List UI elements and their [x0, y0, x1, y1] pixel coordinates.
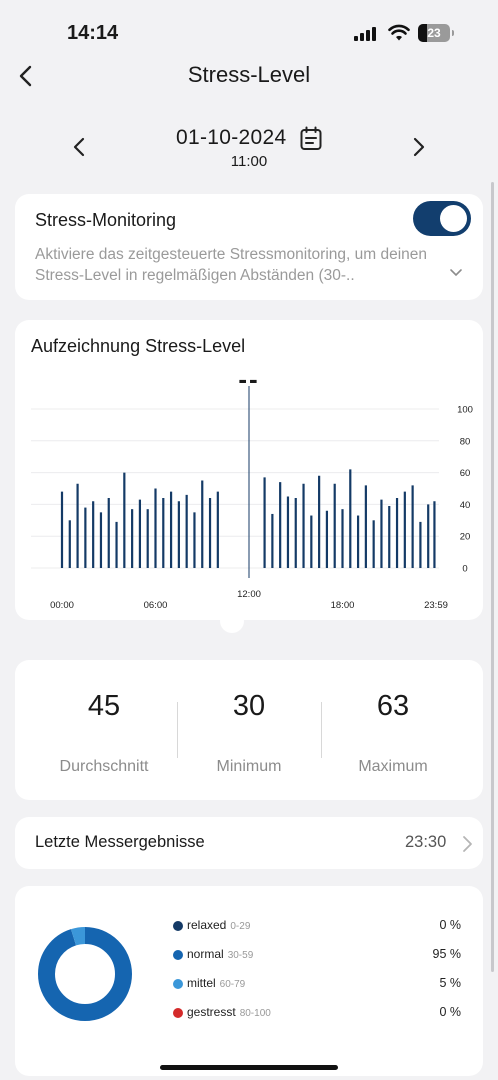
legend-range: 60-79	[219, 979, 246, 990]
battery-level: 23	[427, 26, 441, 40]
status-bar: 14:14 23	[0, 0, 498, 60]
scrollbar[interactable]	[491, 182, 494, 972]
legend-dot	[173, 979, 183, 989]
x-tick-label: 12:00	[237, 589, 261, 600]
y-tick-label: 0	[462, 564, 467, 575]
distribution-card: relaxed 0-29 0 % normal 30-59 95 % mittel 6…	[15, 886, 483, 1076]
legend-item-relaxed: relaxed 0-29 0 %	[171, 916, 461, 936]
legend-name: gestresst	[187, 1005, 236, 1019]
legend-item-normal: normal 30-59 95 %	[171, 945, 461, 965]
x-tick-label: 06:00	[144, 600, 168, 611]
calendar-icon[interactable]	[299, 126, 323, 152]
next-day-icon[interactable]	[406, 134, 430, 160]
minimum-label: Minimum	[216, 758, 282, 775]
home-indicator[interactable]	[160, 1065, 338, 1070]
wifi-icon	[388, 24, 410, 41]
x-tick-label: 18:00	[331, 600, 355, 611]
legend-name: normal	[187, 947, 224, 961]
monitoring-toggle[interactable]	[413, 201, 471, 236]
legend-percent: 95 %	[432, 947, 462, 961]
y-tick-label: 60	[460, 468, 471, 479]
legend-name: mittel	[187, 976, 216, 990]
legend-percent: 0 %	[439, 1005, 461, 1019]
legend-range: 80-100	[239, 1008, 271, 1019]
x-tick-label: 00:00	[50, 600, 74, 611]
status-time: 14:14	[67, 22, 119, 44]
chevron-right-icon	[463, 836, 472, 852]
chart-scrubber-handle[interactable]	[209, 612, 255, 634]
y-tick-label: 40	[460, 500, 471, 511]
stress-monitoring-card: Stress-Monitoring Aktiviere das zeitgest…	[15, 194, 483, 300]
legend-dot	[173, 921, 183, 931]
legend-range: 30-59	[227, 950, 254, 961]
minimum-value: 30	[232, 690, 266, 722]
battery-icon: 23	[418, 24, 454, 42]
y-tick-label: 80	[460, 436, 471, 447]
legend-dot	[173, 950, 183, 960]
last-measurement-time: 23:30	[405, 833, 447, 851]
x-tick-label: 23:59	[424, 600, 448, 611]
page-title: Stress-Level	[187, 62, 311, 87]
legend-item-mittel: mittel 60-79 5 %	[171, 974, 461, 994]
maximum-label: Maximum	[358, 758, 428, 775]
legend-percent: 0 %	[439, 918, 461, 932]
stress-chart-card: Aufzeichnung Stress-Level -- 100 80 60 40 20…	[15, 320, 483, 620]
date-label[interactable]: 01-10-2024	[176, 126, 286, 150]
monitoring-description: Aktiviere das zeitgesteuerte Stressmonit…	[35, 246, 428, 284]
chevron-down-icon[interactable]	[449, 268, 463, 278]
average-label: Durchschnitt	[59, 758, 149, 775]
donut-slice-normal	[38, 927, 132, 1021]
legend-item-gestresst: gestresst 80-100 0 %	[171, 1003, 461, 1023]
last-measurement-row[interactable]: Letzte Messergebnisse 23:30	[15, 817, 483, 869]
last-measurement-label: Letzte Messergebnisse	[35, 833, 205, 851]
legend-dot	[173, 1008, 183, 1018]
legend-range: 0-29	[230, 921, 251, 932]
signal-icon	[354, 27, 378, 41]
stats-card: 45 Durchschnitt 30 Minimum 63 Maximum	[15, 660, 483, 800]
monitoring-title: Stress-Monitoring	[35, 210, 177, 230]
distribution-donut	[38, 927, 132, 1021]
legend-percent: 5 %	[439, 976, 461, 990]
y-tick-label: 100	[457, 405, 473, 416]
y-tick-label: 20	[460, 532, 471, 543]
maximum-value: 63	[376, 690, 410, 722]
stress-chart[interactable]: 100 80 60 40 20 0 00:00 06:00 12:00 18:00 23:59	[15, 320, 483, 620]
average-value: 45	[87, 690, 121, 722]
legend-name: relaxed	[187, 918, 227, 932]
